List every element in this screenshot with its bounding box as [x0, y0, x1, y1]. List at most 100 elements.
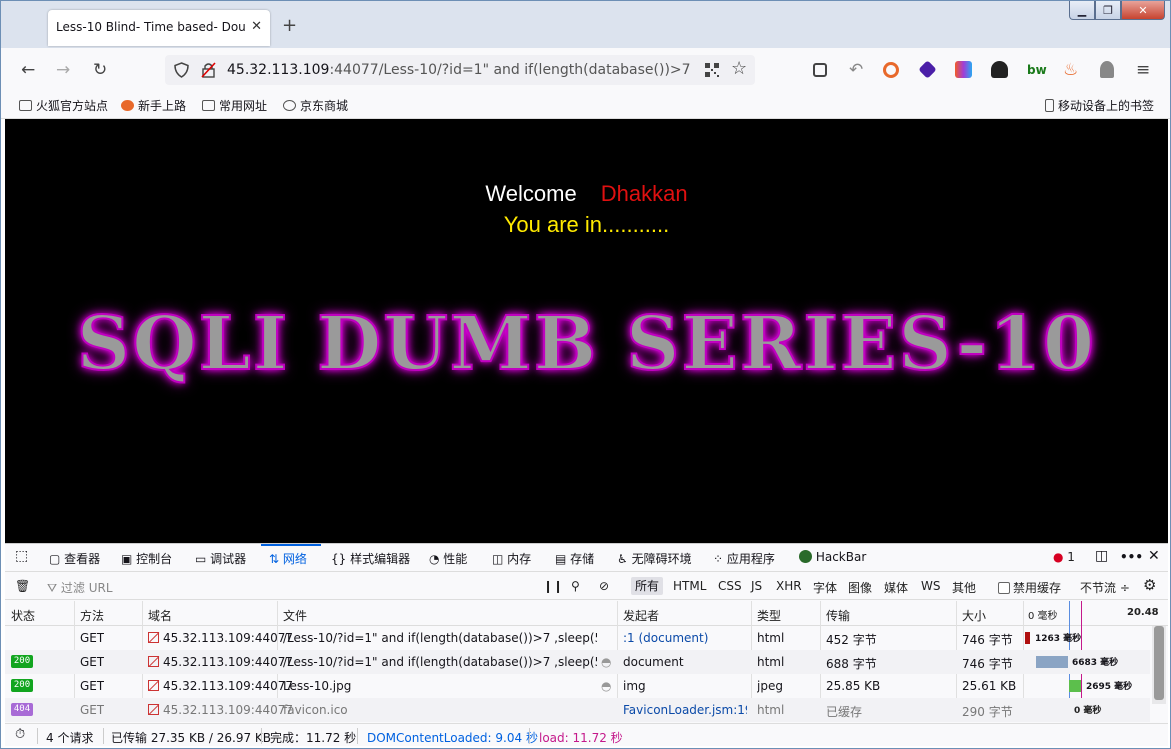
banner-title: SQLI DUMB SERIES-10 — [76, 300, 1097, 388]
filter-ws[interactable]: WS — [921, 579, 940, 593]
block-icon[interactable]: ⊘ — [599, 579, 609, 593]
load-time: load: 11.72 秒 — [539, 731, 623, 745]
tab-style-editor[interactable]: {} 样式编辑器 — [331, 550, 410, 567]
col-file[interactable]: 文件 — [283, 607, 307, 624]
trash-icon[interactable]: 🗑 — [15, 579, 30, 593]
url-bar[interactable]: 45.32.113.109:44077/Less-10/?id=1" and i… — [165, 55, 755, 85]
screenshot-crop-icon[interactable] — [813, 63, 827, 77]
filter-html[interactable]: HTML — [673, 579, 706, 593]
col-domain[interactable]: 域名 — [148, 607, 172, 624]
close-window-button[interactable]: ✕ — [1121, 1, 1165, 20]
bookmark-item[interactable]: 新手上路 — [121, 97, 186, 114]
tab-network[interactable]: ⇅ 网络 — [269, 550, 307, 567]
minimize-button[interactable]: ▁ — [1069, 1, 1095, 20]
bookmark-item[interactable]: 常用网址 — [202, 97, 267, 114]
filter-media[interactable]: 媒体 — [884, 579, 908, 596]
status-message: You are in........... — [503, 212, 670, 237]
network-toolbar: 🗑 ⛛ 过滤 URL ❙❙ ⚲ ⊘ 所有 HTML CSS JS XHR 字体 … — [5, 573, 1168, 600]
pause-icon[interactable]: ❙❙ — [543, 579, 563, 593]
disable-cache-checkbox[interactable]: 禁用缓存 — [998, 579, 1061, 596]
tab-memory[interactable]: ◫ 内存 — [492, 550, 531, 567]
tab-inspector[interactable]: ▢ 查看器 — [49, 550, 100, 567]
finish-time: 完成：11.72 秒 — [270, 731, 357, 745]
tab-storage[interactable]: ▤ 存储 — [555, 550, 594, 567]
filter-fonts[interactable]: 字体 — [813, 579, 837, 596]
col-initiator[interactable]: 发起者 — [623, 607, 659, 624]
phone-icon — [1045, 99, 1054, 112]
browser-window: Less-10 Blind- Time based- Doub ✕ + ▁ ❐ … — [0, 0, 1171, 749]
page-content: Welcome Dhakkan You are in........... SQL… — [5, 119, 1168, 543]
filter-other[interactable]: 其他 — [952, 579, 976, 596]
tab-debugger[interactable]: ▭ 调试器 — [195, 550, 246, 567]
bookmark-item[interactable]: 京东商城 — [283, 97, 348, 114]
settings-gear-icon[interactable]: ⚙ — [1143, 576, 1156, 594]
tab-hackbar[interactable]: HackBar — [799, 550, 866, 564]
filter-all[interactable]: 所有 — [631, 577, 663, 595]
mobile-bookmarks[interactable]: 移动设备上的书签 — [1045, 97, 1154, 114]
new-tab-button[interactable]: + — [282, 15, 297, 36]
table-row[interactable]: GET 45.32.113.109:44077 /Less-10/?id=1" … — [5, 626, 1150, 650]
col-waterfall[interactable]: 0 毫秒 — [1028, 607, 1058, 622]
extension-orange-icon[interactable] — [883, 62, 899, 78]
devtools-panel: ⬚ ▢ 查看器 ▣ 控制台 ▭ 调试器 ⇅ 网络 {} 样式编辑器 ◔ 性能 ◫… — [5, 543, 1168, 746]
error-count-badge[interactable]: ● 1 — [1053, 550, 1075, 564]
extension-purple-icon[interactable] — [918, 60, 937, 79]
extension-bw-icon[interactable]: bw — [1027, 63, 1047, 77]
throttle-select[interactable]: 不节流 ÷ — [1080, 579, 1130, 596]
back-icon[interactable]: ← — [21, 60, 35, 80]
waterfall-label: 2695 毫秒 — [1086, 682, 1133, 692]
extension-colorful-icon[interactable] — [955, 61, 972, 78]
table-row[interactable]: 404 GET 45.32.113.109:44077 favicon.ico … — [5, 698, 1150, 722]
extension-flame-icon[interactable]: ♨ — [1063, 60, 1078, 80]
maximize-button[interactable]: ❐ — [1095, 1, 1121, 20]
search-icon[interactable]: ⚲ — [571, 579, 580, 593]
shield-icon[interactable] — [174, 62, 189, 78]
reload-icon[interactable]: ↻ — [93, 60, 107, 80]
element-picker-icon[interactable]: ⬚ — [15, 548, 28, 564]
tab-strip: Less-10 Blind- Time based- Doub ✕ + ▁ ❐ … — [1, 1, 1170, 48]
col-size[interactable]: 大小 — [962, 607, 986, 624]
status-badge: 200 — [11, 655, 33, 668]
forward-icon[interactable]: → — [56, 60, 70, 80]
blocked-image-icon — [148, 656, 159, 667]
undo-icon[interactable]: ↶ — [849, 60, 863, 80]
browser-tab[interactable]: Less-10 Blind- Time based- Doub ✕ — [48, 10, 270, 46]
stopwatch-icon[interactable]: ⏱ — [15, 727, 25, 742]
col-type[interactable]: 类型 — [757, 607, 781, 624]
more-options-icon[interactable]: ••• — [1120, 550, 1143, 564]
url-host: 45.32.113.109 — [227, 62, 330, 78]
filter-images[interactable]: 图像 — [848, 579, 872, 596]
extension-spy-icon[interactable] — [991, 61, 1008, 78]
dock-icon[interactable]: ◫ — [1095, 548, 1108, 564]
filter-url-input[interactable]: ⛛ 过滤 URL — [47, 579, 113, 596]
filter-css[interactable]: CSS — [718, 579, 742, 593]
qr-code-icon[interactable] — [705, 63, 719, 77]
table-row[interactable]: 200 GET 45.32.113.109:44077 Less-10.jpg … — [5, 674, 1150, 698]
status-badge: 200 — [11, 679, 33, 692]
url-text[interactable]: 45.32.113.109:44077/Less-10/?id=1" and i… — [227, 62, 693, 78]
user-name: Dhakkan — [600, 181, 688, 206]
col-status[interactable]: 状态 — [11, 607, 35, 624]
col-method[interactable]: 方法 — [80, 607, 104, 624]
bookmark-item[interactable]: 火狐官方站点 — [19, 97, 108, 114]
close-devtools-icon[interactable]: ✕ — [1148, 548, 1160, 564]
tab-accessibility[interactable]: ♿ 无障碍环境 — [617, 550, 692, 567]
table-row[interactable]: 200 GET 45.32.113.109:44077 /Less-10/?id… — [5, 650, 1150, 674]
filter-xhr[interactable]: XHR — [776, 579, 802, 593]
bookmark-star-icon[interactable]: ☆ — [731, 58, 747, 79]
blocked-image-icon — [148, 704, 159, 715]
tab-console[interactable]: ▣ 控制台 — [121, 550, 172, 567]
table-scrollbar[interactable] — [1152, 626, 1166, 704]
menu-icon[interactable]: ≡ — [1136, 60, 1150, 80]
col-transfer[interactable]: 传输 — [826, 607, 850, 624]
insecure-lock-icon[interactable] — [201, 62, 216, 78]
waterfall-label: 1263 毫秒 — [1035, 634, 1082, 644]
waterfall-bar — [1069, 680, 1081, 692]
tab-performance[interactable]: ◔ 性能 — [429, 550, 467, 567]
extension-puzzle-icon[interactable] — [1100, 61, 1114, 78]
tab-application[interactable]: ⁘ 应用程序 — [713, 550, 775, 567]
tab-close-icon[interactable]: ✕ — [251, 19, 262, 34]
transferred-total: 已传输 27.35 KB / 26.97 KB — [111, 731, 272, 745]
welcome-line: Welcome Dhakkan — [5, 181, 1168, 207]
filter-js[interactable]: JS — [751, 579, 762, 593]
